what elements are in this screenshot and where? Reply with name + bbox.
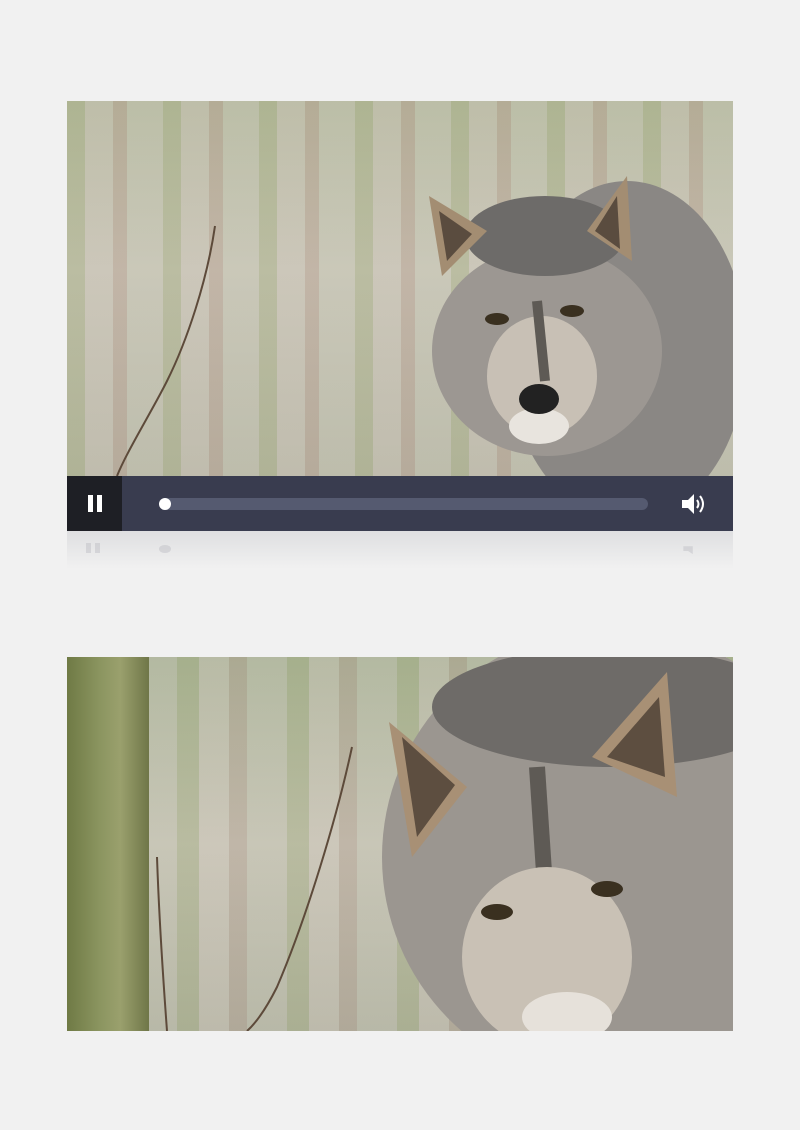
volume-button[interactable] (679, 490, 707, 518)
pause-icon-reflection (86, 543, 100, 553)
pause-icon (87, 495, 102, 512)
wolf-image (156, 657, 733, 1031)
speaker-volume-icon (682, 494, 704, 514)
video-controls (67, 476, 733, 531)
controls-reflection (67, 531, 733, 569)
knob-reflection (159, 545, 171, 553)
progress-bar[interactable] (159, 498, 648, 510)
volume-reflection (681, 543, 703, 555)
video-frame[interactable] (67, 657, 733, 1031)
pause-button[interactable] (67, 476, 122, 531)
wolf-image (116, 176, 733, 476)
progress-knob[interactable] (159, 498, 171, 510)
video-frame[interactable] (67, 101, 733, 476)
